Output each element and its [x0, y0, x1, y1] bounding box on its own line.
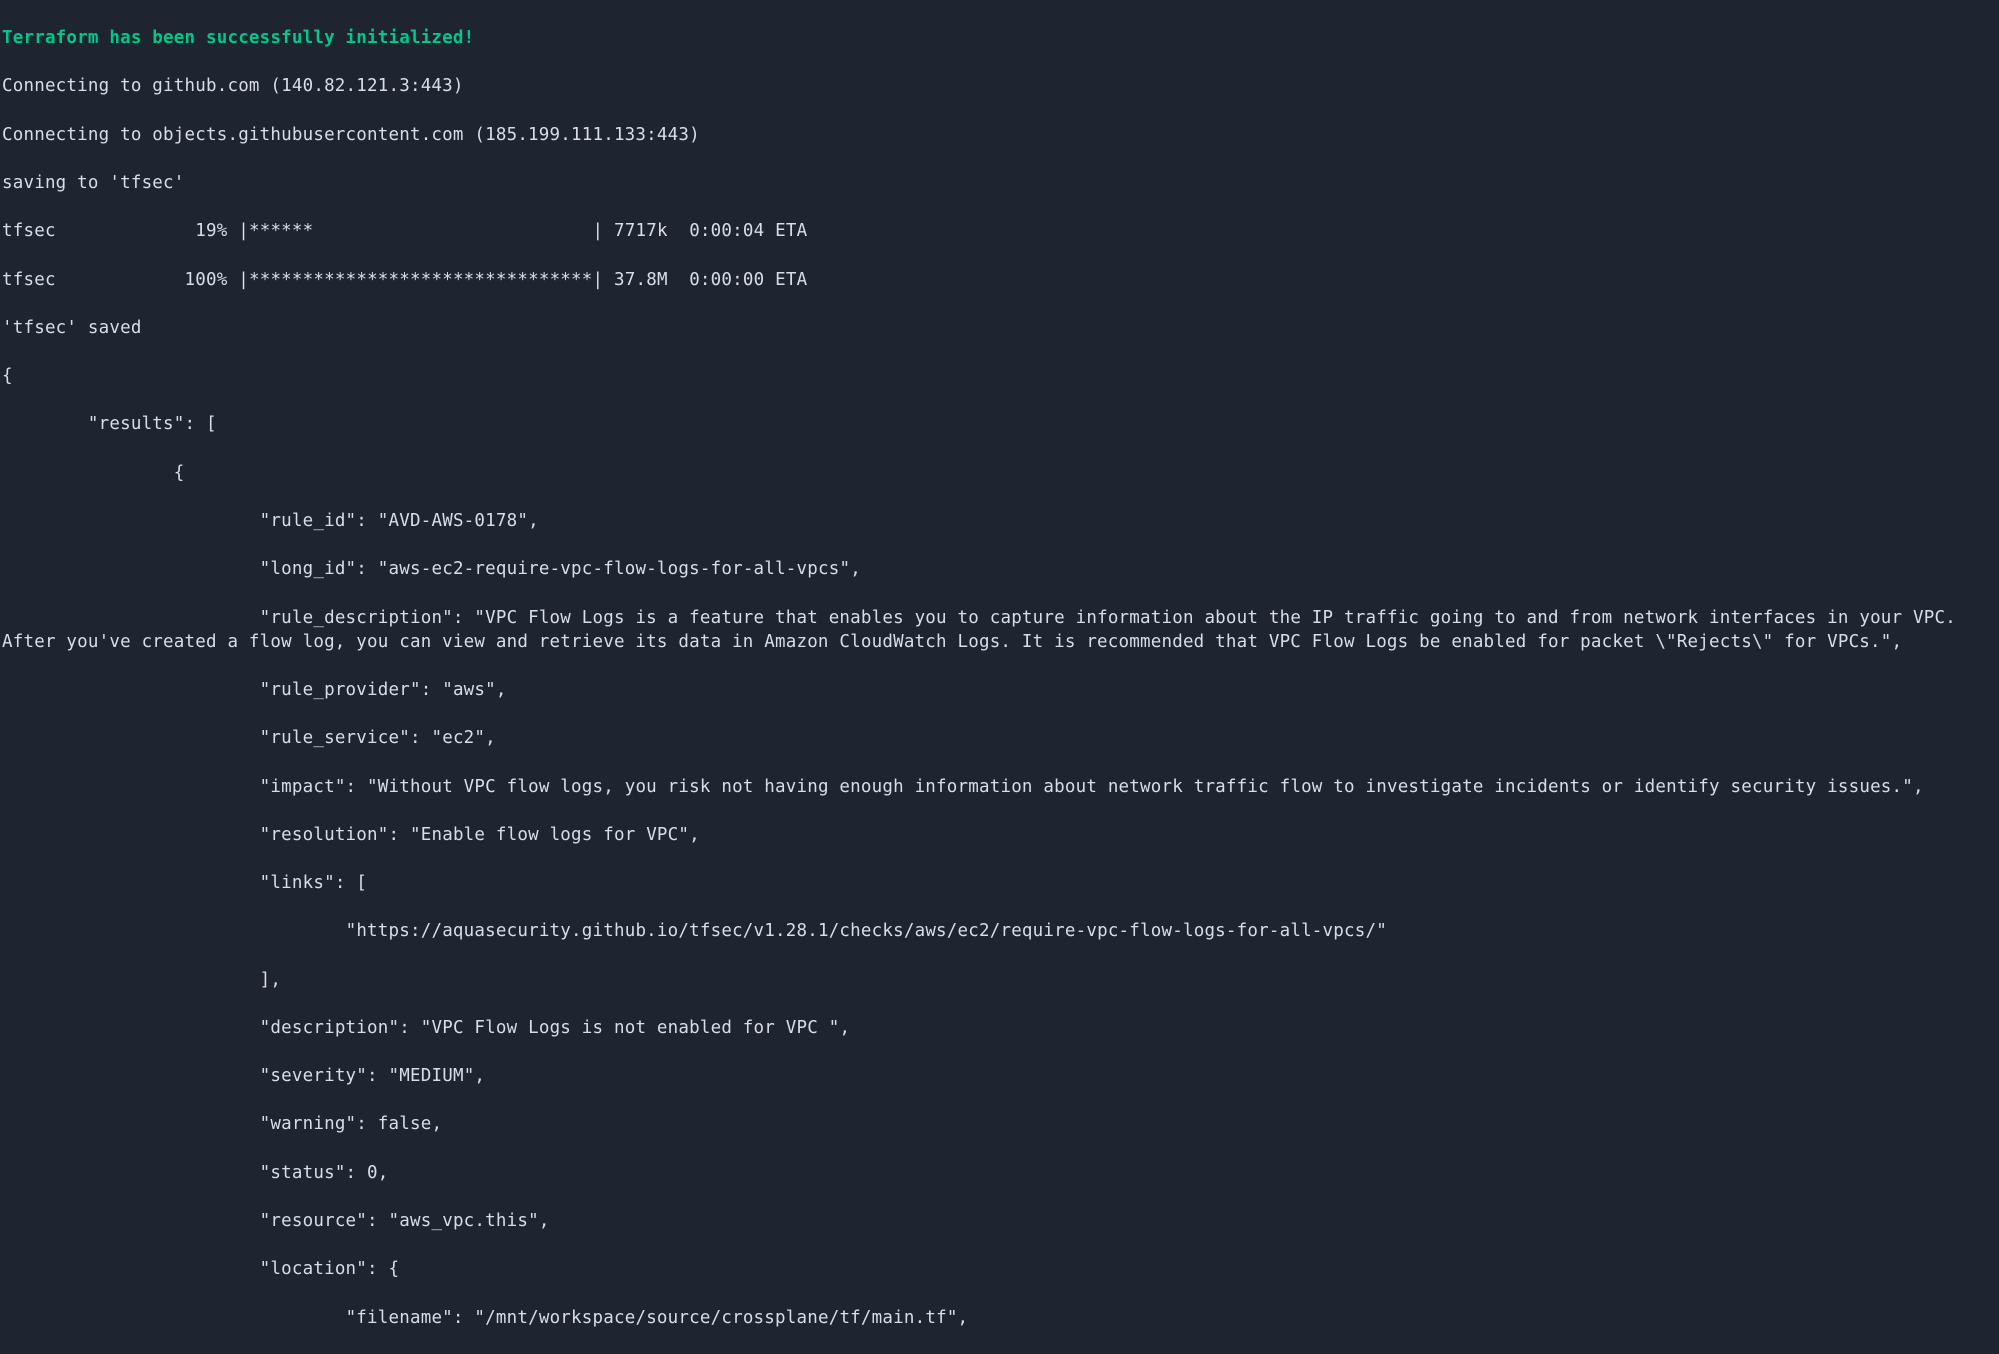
- progress-name: tfsec: [2, 270, 56, 290]
- connect-github: Connecting to github.com (140.82.121.3:4…: [2, 74, 1999, 98]
- resource: "resource": "aws_vpc.this",: [2, 1209, 1999, 1233]
- location-open: "location": {: [2, 1257, 1999, 1281]
- progress-name: tfsec: [2, 221, 56, 241]
- spacer: [56, 270, 185, 290]
- description: "description": "VPC Flow Logs is not ena…: [2, 1016, 1999, 1040]
- progress-eta: ETA: [775, 270, 807, 290]
- progress-percent: 100%: [185, 270, 228, 290]
- progress-bar-empty: [313, 221, 592, 241]
- progress-row-2: tfsec 100% |****************************…: [2, 268, 1999, 292]
- status: "status": 0,: [2, 1161, 1999, 1185]
- progress-eta: ETA: [775, 221, 807, 241]
- rule-id: "rule_id": "AVD-AWS-0178",: [2, 509, 1999, 533]
- terraform-init-success: Terraform has been successfully initiali…: [2, 26, 1999, 50]
- links-open: "links": [: [2, 871, 1999, 895]
- link-url: "https://aquasecurity.github.io/tfsec/v1…: [2, 919, 1999, 943]
- progress-row-1: tfsec 19% |****** | 7717k 0:00:04 ETA: [2, 219, 1999, 243]
- severity: "severity": "MEDIUM",: [2, 1064, 1999, 1088]
- saving-line: saving to 'tfsec': [2, 171, 1999, 195]
- progress-bar-fill: ******: [249, 221, 313, 241]
- resolution: "resolution": "Enable flow logs for VPC"…: [2, 823, 1999, 847]
- progress-percent: 19%: [195, 221, 227, 241]
- progress-bar-fill: ********************************: [249, 270, 593, 290]
- progress-size: 7717k: [614, 221, 668, 241]
- progress-time: 0:00:04: [689, 221, 764, 241]
- result-open: {: [2, 461, 1999, 485]
- rule-description: "rule_description": "VPC Flow Logs is a …: [2, 606, 1999, 654]
- json-open: {: [2, 364, 1999, 388]
- spacer: [56, 221, 196, 241]
- connect-objects: Connecting to objects.githubusercontent.…: [2, 123, 1999, 147]
- progress-size: 37.8M: [614, 270, 668, 290]
- long-id: "long_id": "aws-ec2-require-vpc-flow-log…: [2, 557, 1999, 581]
- rule-service: "rule_service": "ec2",: [2, 726, 1999, 750]
- rule-provider: "rule_provider": "aws",: [2, 678, 1999, 702]
- filename: "filename": "/mnt/workspace/source/cross…: [2, 1306, 1999, 1330]
- saved-line: 'tfsec' saved: [2, 316, 1999, 340]
- results-key: "results": [: [2, 412, 1999, 436]
- progress-time: 0:00:00: [689, 270, 764, 290]
- warning: "warning": false,: [2, 1112, 1999, 1136]
- terminal-output: Terraform has been successfully initiali…: [0, 0, 1999, 1354]
- impact: "impact": "Without VPC flow logs, you ri…: [2, 775, 1999, 799]
- links-close: ],: [2, 968, 1999, 992]
